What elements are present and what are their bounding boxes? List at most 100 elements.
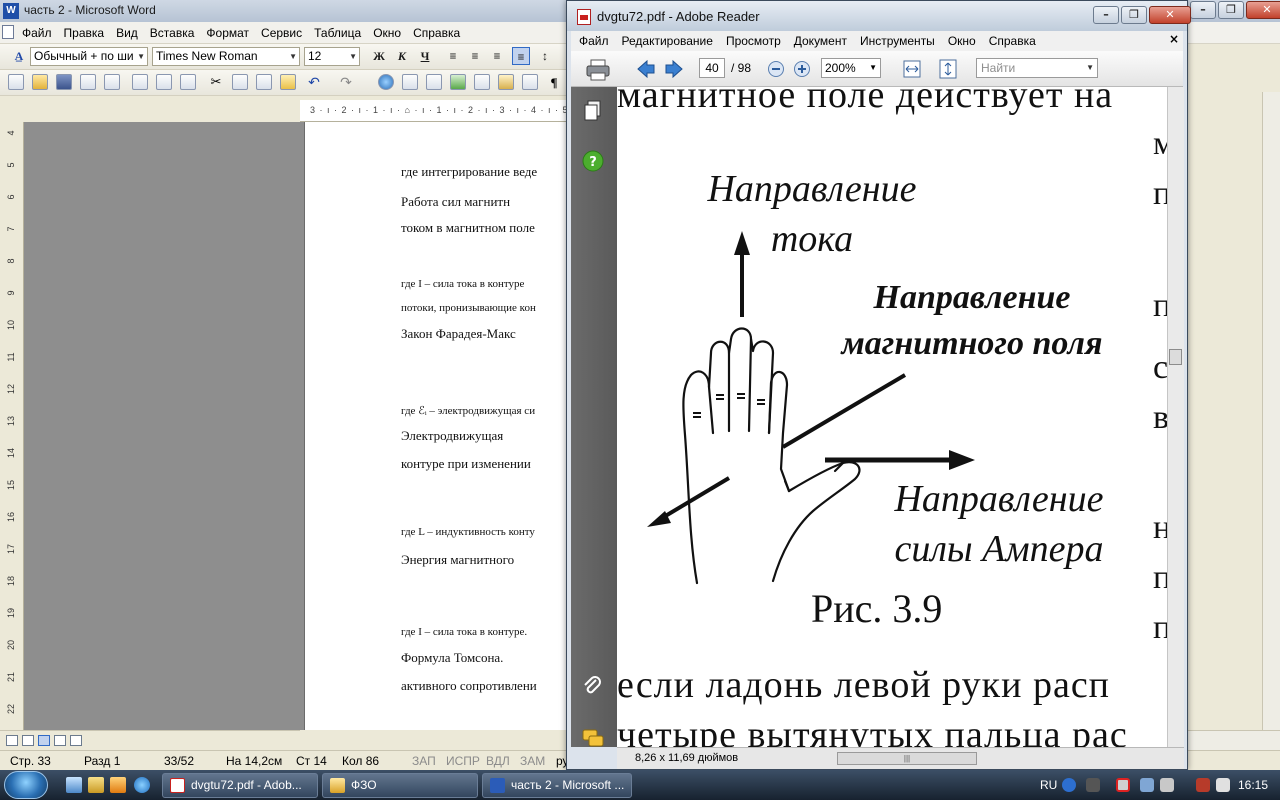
print-preview-icon[interactable]: [156, 74, 172, 90]
reader-minimize-button[interactable]: –: [1093, 6, 1119, 24]
copy-icon[interactable]: [232, 74, 248, 90]
font-size-combo[interactable]: 12 ▼: [304, 47, 360, 66]
reader-menu-view[interactable]: Просмотр: [726, 34, 788, 48]
word-menu-tools[interactable]: Сервис: [255, 26, 308, 40]
network-icon[interactable]: [1140, 778, 1154, 792]
format-painter-icon[interactable]: [280, 74, 296, 90]
word-app-icon[interactable]: W: [3, 3, 19, 19]
antivirus-icon[interactable]: [1116, 778, 1130, 792]
reader-menu-file[interactable]: Файл: [579, 34, 616, 48]
word-page[interactable]: где интегрирование веде Работа сил магни…: [304, 122, 596, 730]
reader-menu-tools[interactable]: Инструменты: [860, 34, 942, 48]
zoom-level-select[interactable]: 200% ▼: [821, 58, 881, 78]
horizontal-ruler[interactable]: 3 · ı · 2 · ı · 1 · ı · ⌂ · ı · 1 · ı · …: [300, 100, 725, 122]
flag-icon[interactable]: [1216, 778, 1230, 792]
previous-page-icon[interactable]: [635, 58, 657, 80]
word-menu-window[interactable]: Окно: [367, 26, 407, 40]
hyperlink-icon[interactable]: [378, 74, 394, 90]
show-desktop-icon[interactable]: [66, 777, 82, 793]
print-icon[interactable]: [132, 74, 148, 90]
reading-view-icon[interactable]: [54, 735, 66, 746]
align-left-icon[interactable]: ≡: [444, 47, 462, 65]
print-layout-icon[interactable]: [38, 735, 50, 746]
style-combo[interactable]: Обычный + по ши ▼: [30, 47, 148, 66]
word-menu-insert[interactable]: Вставка: [144, 26, 201, 40]
keyboard-icon[interactable]: [1086, 778, 1100, 792]
justify-icon[interactable]: ≡: [512, 47, 530, 65]
pdf-page-view[interactable]: магнитное поле действует на м п п с в н …: [617, 87, 1167, 747]
word-minimize-button[interactable]: –: [1190, 1, 1216, 19]
status-overtype[interactable]: ЗАМ: [520, 754, 545, 768]
task-folder[interactable]: ФЗО: [322, 773, 478, 798]
vertical-ruler[interactable]: 4 5 6 7 8 9 10 11 12 13 14 15 16 17 18 1…: [0, 122, 24, 730]
pages-icon[interactable]: [581, 99, 605, 123]
start-button[interactable]: [4, 771, 48, 799]
task-word[interactable]: часть 2 - Microsoft ...: [482, 773, 632, 798]
insert-excel-icon[interactable]: [450, 74, 466, 90]
word-doc-icon[interactable]: [2, 25, 14, 39]
reader-menu-help[interactable]: Справка: [989, 34, 1043, 48]
spelling-icon[interactable]: [180, 74, 196, 90]
zoom-out-icon[interactable]: [767, 60, 785, 78]
word-menu-view[interactable]: Вид: [110, 26, 144, 40]
print-icon[interactable]: [585, 58, 611, 82]
next-page-icon[interactable]: [663, 58, 685, 80]
explorer-icon[interactable]: [88, 777, 104, 793]
pdf-vertical-scrollbar[interactable]: [1167, 87, 1184, 747]
reader-close-button[interactable]: ✕: [1149, 6, 1191, 24]
status-track-changes[interactable]: ИСПР: [446, 754, 480, 768]
fit-width-icon[interactable]: [901, 58, 923, 80]
web-view-icon[interactable]: [22, 735, 34, 746]
reader-menu-edit[interactable]: Редактирование: [622, 34, 720, 48]
paste-icon[interactable]: [256, 74, 272, 90]
italic-button[interactable]: К: [393, 47, 411, 65]
clock[interactable]: 16:15: [1238, 770, 1268, 800]
help-icon[interactable]: ?: [581, 149, 605, 173]
zoom-in-icon[interactable]: [793, 60, 811, 78]
task-adobe-reader[interactable]: dvgtu72.pdf - Adob...: [162, 773, 318, 798]
reader-menu-document[interactable]: Документ: [794, 34, 854, 48]
undo-icon[interactable]: ↶: [306, 74, 322, 91]
normal-view-icon[interactable]: [6, 735, 18, 746]
open-folder-icon[interactable]: [32, 74, 48, 90]
email-icon[interactable]: [104, 74, 120, 90]
reader-maximize-button[interactable]: ❐: [1121, 6, 1147, 24]
comments-icon[interactable]: [581, 727, 605, 751]
word-close-button[interactable]: ✕: [1246, 1, 1280, 19]
align-right-icon[interactable]: ≡: [488, 47, 506, 65]
bold-button[interactable]: Ж: [370, 47, 388, 65]
reader-menu-window[interactable]: Окно: [948, 34, 983, 48]
find-input[interactable]: Найти ▼: [976, 58, 1098, 78]
page-number-input[interactable]: 40: [699, 58, 725, 78]
word-horizontal-scrollbar[interactable]: [1188, 730, 1280, 750]
reader-doc-close-icon[interactable]: ×: [1169, 32, 1179, 46]
internet-explorer-icon[interactable]: [134, 777, 150, 793]
redo-icon[interactable]: ↷: [338, 74, 354, 91]
document-map-icon[interactable]: [522, 74, 538, 90]
word-menu-help[interactable]: Справка: [407, 26, 466, 40]
insert-table-icon[interactable]: [426, 74, 442, 90]
tables-borders-icon[interactable]: [402, 74, 418, 90]
outline-view-icon[interactable]: [70, 735, 82, 746]
save-icon[interactable]: [56, 74, 72, 90]
word-vertical-scrollbar[interactable]: [1262, 92, 1280, 750]
pdf-horizontal-scroll-thumb[interactable]: |||: [837, 752, 977, 765]
word-menu-format[interactable]: Формат: [200, 26, 255, 40]
security-icon[interactable]: [1196, 778, 1210, 792]
volume-icon[interactable]: [1160, 778, 1174, 792]
help-icon[interactable]: [1062, 778, 1076, 792]
new-document-icon[interactable]: [8, 74, 24, 90]
drawing-icon[interactable]: [498, 74, 514, 90]
pdf-file-icon[interactable]: [577, 9, 591, 25]
fit-page-icon[interactable]: [937, 58, 959, 80]
align-center-icon[interactable]: ≡: [466, 47, 484, 65]
line-spacing-icon[interactable]: ↕: [536, 47, 554, 65]
attachments-icon[interactable]: [581, 675, 605, 699]
font-combo[interactable]: Times New Roman ▼: [152, 47, 300, 66]
status-record[interactable]: ЗАП: [412, 754, 436, 768]
status-extend[interactable]: ВДЛ: [486, 754, 510, 768]
word-menu-edit[interactable]: Правка: [58, 26, 111, 40]
pdf-scroll-thumb[interactable]: [1169, 349, 1182, 365]
show-formatting-icon[interactable]: ¶: [546, 74, 562, 90]
underline-button[interactable]: Ч: [416, 47, 434, 65]
